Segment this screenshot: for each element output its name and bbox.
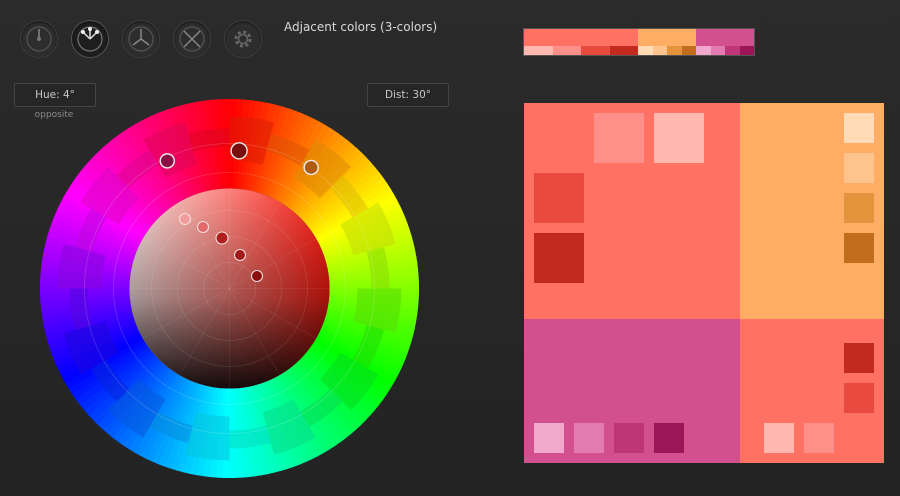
palette-variant-swatch[interactable]: [609, 46, 638, 55]
adjacent-scheme-icon: [77, 26, 103, 52]
preview-swatch[interactable]: [654, 423, 684, 453]
triad-mode-button[interactable]: [122, 20, 160, 58]
mono-scheme-icon: [26, 26, 52, 52]
shade-marker[interactable]: [196, 220, 210, 234]
preview-swatch[interactable]: [594, 113, 644, 163]
gear-icon: [234, 30, 252, 48]
palette-main-swatch[interactable]: [696, 29, 754, 47]
palette-variant-swatch[interactable]: [652, 46, 667, 55]
hue-handle-right[interactable]: [303, 159, 319, 176]
palette-variant-swatch[interactable]: [739, 46, 754, 55]
preview-swatch[interactable]: [534, 423, 564, 453]
tetrad-scheme-icon: [179, 26, 205, 52]
palette-variant-swatch[interactable]: [524, 46, 553, 55]
palette-variant-swatch[interactable]: [710, 46, 725, 55]
shade-marker[interactable]: [178, 212, 192, 226]
hue-handle-primary[interactable]: [230, 142, 248, 160]
color-scheme-preview: [524, 103, 884, 463]
preview-swatch[interactable]: [844, 193, 874, 223]
triad-scheme-icon: [128, 26, 154, 52]
preview-swatch[interactable]: [844, 113, 874, 143]
preview-swatch[interactable]: [844, 233, 874, 263]
palette-main-swatch[interactable]: [524, 29, 638, 47]
mono-mode-button[interactable]: [20, 20, 58, 58]
tetrad-mode-button[interactable]: [173, 20, 211, 58]
adjacent-mode-button[interactable]: [71, 20, 109, 58]
palette-group[interactable]: [524, 29, 638, 55]
palette-group[interactable]: [638, 29, 696, 55]
preview-swatch[interactable]: [614, 423, 644, 453]
preview-swatch[interactable]: [804, 423, 834, 453]
palette-variant-swatch[interactable]: [667, 46, 682, 55]
palette-variant-swatch[interactable]: [681, 46, 696, 55]
saturation-brightness-disc: [129, 188, 330, 389]
palette-variant-swatch[interactable]: [581, 46, 610, 55]
preview-swatch[interactable]: [844, 153, 874, 183]
preview-swatch[interactable]: [654, 113, 704, 163]
palette-variant-swatch[interactable]: [725, 46, 740, 55]
palette-group[interactable]: [696, 29, 754, 55]
preview-swatch[interactable]: [844, 343, 874, 373]
preview-swatch[interactable]: [844, 383, 874, 413]
scheme-mode-toolbar: [20, 20, 262, 58]
palette-main-swatch[interactable]: [638, 29, 696, 47]
shade-marker[interactable]: [215, 231, 229, 245]
hue-handle-left[interactable]: [159, 153, 175, 169]
palette-variant-swatch[interactable]: [696, 46, 711, 55]
shade-marker[interactable]: [250, 269, 264, 283]
palette-variants: [696, 46, 754, 55]
palette-variants: [524, 46, 638, 55]
shade-marker[interactable]: [233, 248, 247, 262]
settings-button[interactable]: [224, 20, 262, 58]
palette-variant-swatch[interactable]: [638, 46, 653, 55]
palette-variants: [638, 46, 696, 55]
scheme-title: Adjacent colors (3-colors): [284, 20, 438, 34]
preview-swatch[interactable]: [574, 423, 604, 453]
preview-swatch[interactable]: [534, 173, 584, 223]
preview-swatch[interactable]: [764, 423, 794, 453]
palette-strip[interactable]: [523, 28, 755, 56]
preview-swatch[interactable]: [534, 233, 584, 283]
color-wheel[interactable]: [40, 99, 419, 478]
palette-variant-swatch[interactable]: [552, 46, 581, 55]
